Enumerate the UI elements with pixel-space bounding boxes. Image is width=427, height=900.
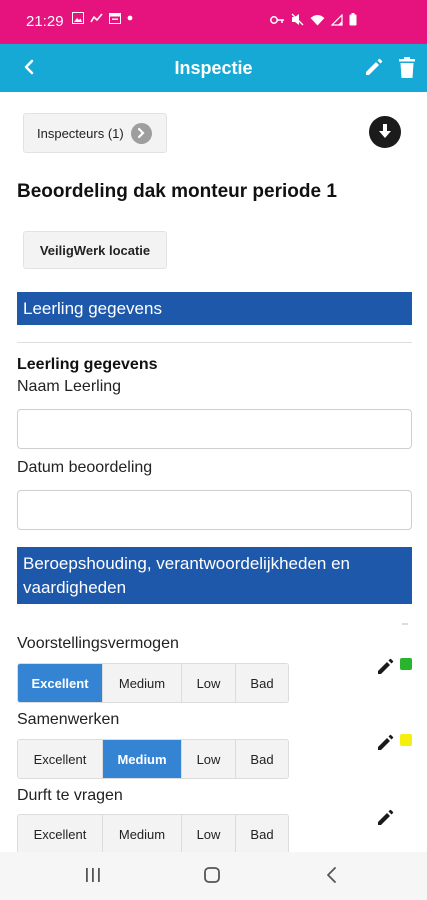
edit-note-pencil-icon[interactable] xyxy=(376,656,396,681)
download-icon[interactable] xyxy=(369,116,401,148)
inspecteurs-button[interactable]: Inspecteurs (1) xyxy=(23,113,167,153)
pencil-icon[interactable] xyxy=(363,56,385,83)
status-left-icons xyxy=(72,12,133,24)
trash-icon[interactable] xyxy=(397,56,417,85)
option-low[interactable]: Low xyxy=(182,815,236,852)
form-content: Inspecteurs (1) Beoordeling dak monteur … xyxy=(0,92,427,852)
option-medium[interactable]: Medium xyxy=(103,664,182,702)
system-nav-bar xyxy=(0,852,427,900)
option-excellent[interactable]: Excellent xyxy=(18,815,103,852)
section-subheading: Leerling gegevens xyxy=(17,356,158,373)
inspecteurs-label: Inspecteurs (1) xyxy=(37,125,124,141)
chevron-right-icon xyxy=(130,122,152,144)
recent-apps-icon[interactable] xyxy=(84,866,102,889)
home-icon[interactable] xyxy=(203,866,221,889)
rating-selector: Excellent Medium Low Bad xyxy=(17,663,289,703)
signal-icon xyxy=(331,13,343,26)
naam-leerling-label: Naam Leerling xyxy=(17,378,122,395)
calendar-icon xyxy=(109,13,121,24)
mute-icon xyxy=(291,13,304,26)
option-bad[interactable]: Bad xyxy=(236,740,288,778)
back-icon[interactable] xyxy=(323,866,341,889)
status-right-icons xyxy=(270,13,357,26)
rating-label: Durft te vragen xyxy=(17,787,123,804)
battery-icon xyxy=(349,13,357,26)
form-title: Beoordeling dak monteur periode 1 xyxy=(17,181,337,202)
datum-beoordeling-label: Datum beoordeling xyxy=(17,459,153,476)
option-bad[interactable]: Bad xyxy=(236,664,288,702)
rating-label: Voorstellingsvermogen xyxy=(17,635,179,652)
section-banner-beroepshouding: Beroepshouding, verantwoordelijkheden en… xyxy=(17,547,412,604)
divider xyxy=(17,342,412,343)
option-low[interactable]: Low xyxy=(182,740,236,778)
app-bar: Inspectie xyxy=(0,44,427,92)
image-icon xyxy=(72,12,84,24)
option-low[interactable]: Low xyxy=(182,664,236,702)
edit-note-pencil-icon[interactable] xyxy=(376,732,396,757)
location-button[interactable]: VeiligWerk locatie xyxy=(23,231,167,269)
wifi-icon xyxy=(310,14,325,25)
rating-selector: Excellent Medium Low Bad xyxy=(17,814,289,852)
status-color-indicator xyxy=(400,658,412,670)
section-banner-leerling: Leerling gegevens xyxy=(17,292,412,325)
key-icon xyxy=(270,15,284,24)
status-bar: 21:29 xyxy=(0,0,427,44)
scroll-indicator xyxy=(402,623,408,625)
status-time: 21:29 xyxy=(26,13,64,30)
rating-selector: Excellent Medium Low Bad xyxy=(17,739,289,779)
naam-leerling-input[interactable] xyxy=(17,409,412,449)
status-color-indicator xyxy=(400,734,412,746)
edit-note-pencil-icon[interactable] xyxy=(376,807,396,832)
dot-icon xyxy=(127,15,133,21)
option-medium[interactable]: Medium xyxy=(103,740,182,778)
datum-beoordeling-input[interactable] xyxy=(17,490,412,530)
activity-icon xyxy=(90,13,103,23)
option-medium[interactable]: Medium xyxy=(103,815,182,852)
option-excellent[interactable]: Excellent xyxy=(18,664,103,702)
option-excellent[interactable]: Excellent xyxy=(18,740,103,778)
rating-label: Samenwerken xyxy=(17,711,120,728)
option-bad[interactable]: Bad xyxy=(236,815,288,852)
